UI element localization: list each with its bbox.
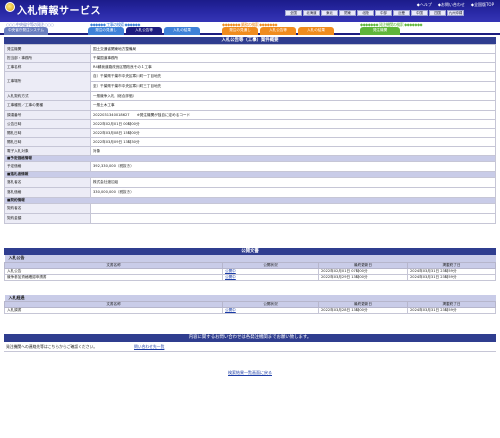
bid-progress-table: 入札経過 文書名称 公開状況 最終更新日 掲載終了日 入札調書 公開中 2022… bbox=[4, 294, 496, 314]
main-content: 入札公告等（工事）案件概要 発注機関 国土交通省関東地方整備局 担当部・事務所 千葉… bbox=[0, 37, 500, 376]
site-logo-icon bbox=[5, 2, 15, 12]
detail-row: 開札日時 2022年03月09日 13時30分 bbox=[4, 137, 496, 147]
table-row: 競争参加資格確認申請書 公開中 2022年03月29日 13時00分 2024年… bbox=[4, 273, 496, 281]
detail-row: 電子入札対象 対象 bbox=[4, 146, 496, 156]
public-docs-title: 公開文書 bbox=[4, 248, 496, 255]
region-button[interactable]: 中部 bbox=[375, 10, 392, 16]
tab-service-outlook[interactable]: 発注の見通し bbox=[222, 27, 258, 35]
detail-row: 予定価格 392,330,000（税抜き） bbox=[4, 161, 496, 172]
contact-link[interactable]: ◆お問い合わせ bbox=[438, 2, 465, 8]
detail-row: 発注機関 国土交通省関東地方整備局 bbox=[4, 44, 496, 54]
app-title: 入札情報サービス bbox=[17, 6, 101, 17]
detail-row: 公告日時 2022年02月01日 00時00分 bbox=[4, 119, 496, 129]
doc-status-link[interactable]: 公開中 bbox=[222, 307, 319, 314]
doc-status-link[interactable]: 公開中 bbox=[222, 273, 319, 281]
table-row: 入札調書 公開中 2022年03月28日 13時00分 2024年03月31日 … bbox=[4, 307, 496, 314]
region-button[interactable]: 北海道 bbox=[303, 10, 320, 16]
notice-title: 入札公告等（工事）案件概要 bbox=[4, 37, 496, 44]
inquiry-row: 発注機関への連絡先等はこちらからご確認ください。 問い合わせ先一覧 bbox=[4, 342, 496, 352]
tab-construction-notice[interactable]: 入札公告等 bbox=[126, 27, 162, 35]
docs-section-progress: 入札経過 bbox=[4, 294, 496, 302]
help-link[interactable]: ◆ヘルプ bbox=[417, 2, 432, 8]
detail-row: 調達番号 2022031340018627 ※発注機関が独自に定めるコード bbox=[4, 110, 496, 120]
detail-row: 工事場所 自）千葉県千葉市中央区寒川町一丁目地先 bbox=[4, 71, 496, 92]
detail-row: 入札契約方式 一般競争入札（総合評価） bbox=[4, 91, 496, 101]
public-docs-table: 入札公告 文書名称 公開状況 最終更新日 掲載終了日 入札公告 公開中 2022… bbox=[4, 255, 496, 281]
inquiry-text: 発注機関への連絡先等はこちらからご確認ください。 bbox=[6, 343, 98, 349]
tab-construction-result[interactable]: 入札の結果 bbox=[164, 27, 200, 35]
inquiry-banner: 内容に関するお問い合わせは各発注機関までお願い致します。 bbox=[4, 334, 496, 342]
region-selector: 全国 北海道 東北 関東 北陸 中部 近畿 中国 四国 九州沖縄 bbox=[285, 10, 464, 16]
detail-row: 契約金額 bbox=[4, 213, 496, 224]
app-header: 入札情報サービス ◆ヘルプ ◆お問い合わせ ◆全国版TOP 全国 北海道 東北 … bbox=[0, 0, 500, 22]
detail-row: 開札日時 2022年03月08日 15時00分 bbox=[4, 128, 496, 138]
tab-construction-outlook[interactable]: 発注の見通し bbox=[88, 27, 124, 35]
region-button[interactable]: 北陸 bbox=[357, 10, 374, 16]
region-button[interactable]: 東北 bbox=[321, 10, 338, 16]
detail-row: 工事種別／工事の業種 一般土木工事 bbox=[4, 100, 496, 111]
detail-row: 落札価格 330,000,000（税抜き） bbox=[4, 187, 496, 198]
tab-agency[interactable]: 発注機関 bbox=[360, 27, 400, 35]
header-links: ◆ヘルプ ◆お問い合わせ ◆全国版TOP bbox=[417, 2, 494, 8]
detail-row: 落札者名 株式会社渡辺組 bbox=[4, 177, 496, 188]
inquiry-list-link[interactable]: 問い合わせ先一覧 bbox=[134, 344, 164, 350]
region-button[interactable]: 中国 bbox=[411, 10, 428, 16]
detail-row: 担当部・事務所 千葉国道事務所 bbox=[4, 53, 496, 63]
detail-row: 契約者名 bbox=[4, 203, 496, 214]
notice-detail-table: 発注機関 国土交通省関東地方整備局 担当部・事務所 千葉国道事務所 工事名称 R4蘇我… bbox=[4, 44, 496, 224]
region-button[interactable]: 九州沖縄 bbox=[447, 10, 464, 16]
tab-central-system[interactable]: 中央省庁発注システム bbox=[4, 27, 48, 35]
region-button[interactable]: 全国 bbox=[285, 10, 302, 16]
tab-service-result[interactable]: 入札の結果 bbox=[298, 27, 334, 35]
docs-section-notice: 入札公告 bbox=[4, 255, 496, 262]
region-button[interactable]: 関東 bbox=[339, 10, 356, 16]
tab-service-notice[interactable]: 入札公告等 bbox=[260, 27, 296, 35]
region-button[interactable]: 近畿 bbox=[393, 10, 410, 16]
back-to-results-link[interactable]: 検索結果一覧画面に戻る bbox=[228, 370, 272, 375]
detail-row: 工事名称 R4蘇我道路改良区間改良その１工事 bbox=[4, 62, 496, 72]
region-button[interactable]: 四国 bbox=[429, 10, 446, 16]
national-top-link[interactable]: ◆全国版TOP bbox=[471, 2, 494, 8]
nav-tabs: 中央省庁発注システム 発注の見通し 入札公告等 入札の結果 発注の見通し 入札公… bbox=[0, 27, 500, 35]
